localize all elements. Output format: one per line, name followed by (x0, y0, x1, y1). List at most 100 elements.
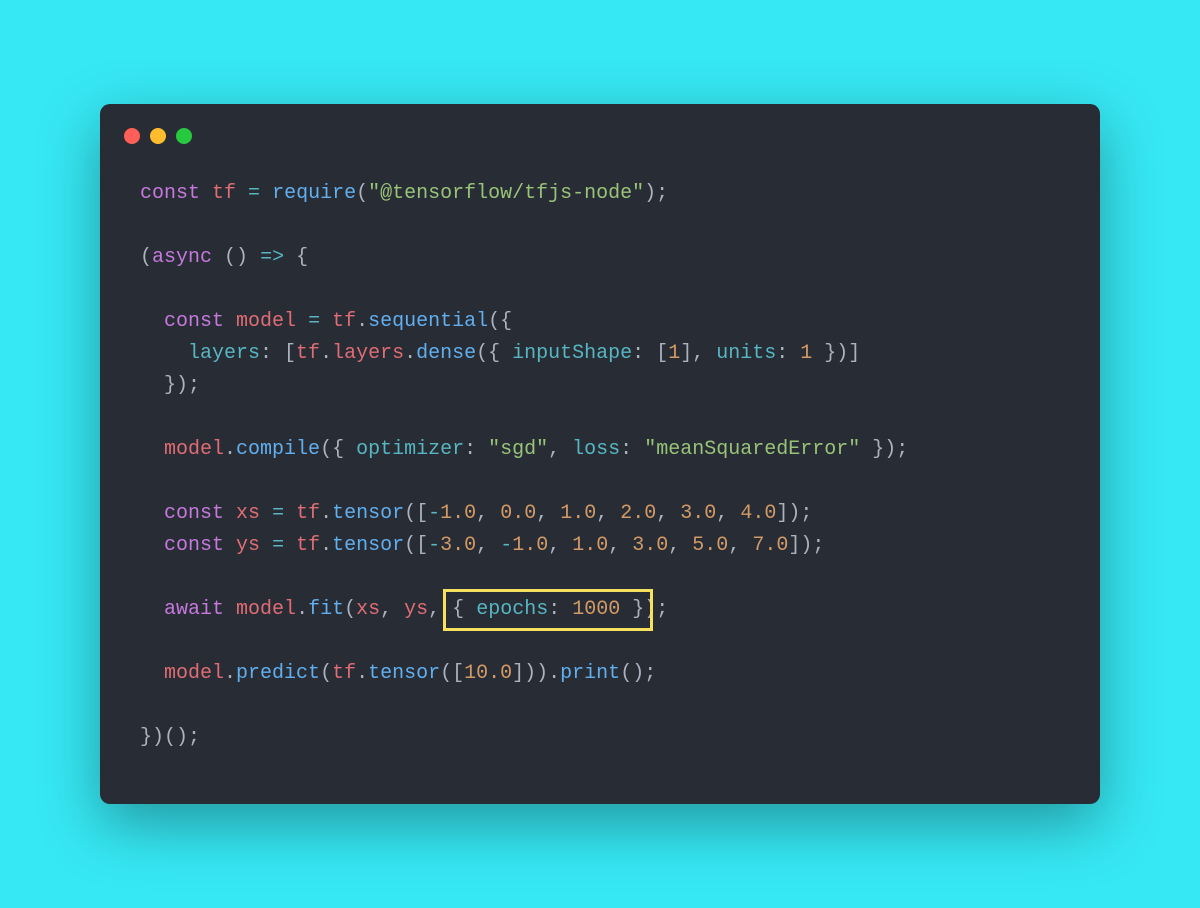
number: 5.0 (692, 534, 728, 557)
prop-inputShape: inputShape (512, 342, 632, 365)
fn-require: require (272, 182, 356, 205)
punct: . (320, 534, 332, 557)
punct: : (620, 438, 644, 461)
operator-assign: = (296, 310, 332, 333)
identifier-tf: tf (332, 662, 356, 685)
operator-neg: - (428, 534, 440, 557)
number: 0.0 (500, 502, 536, 525)
number: 3.0 (440, 534, 476, 557)
fn-sequential: sequential (368, 310, 488, 333)
window-titlebar (100, 128, 1100, 154)
keyword-const: const (140, 182, 200, 205)
punct: . (356, 310, 368, 333)
code-block: const tf = require("@tensorflow/tfjs-nod… (100, 154, 1100, 754)
punct: ]); (776, 502, 812, 525)
prop-layers-ns: layers (332, 342, 404, 365)
punct: ([ (404, 534, 428, 557)
punct: . (404, 342, 416, 365)
punct: () (224, 246, 248, 269)
punct: ( (140, 246, 152, 269)
identifier-model: model (236, 598, 296, 621)
punct: ([ (404, 502, 428, 525)
punct: , (476, 502, 500, 525)
punct: ( (356, 182, 368, 205)
punct: , (608, 534, 632, 557)
punct: } (620, 598, 644, 621)
string-mse: "meanSquaredError" (644, 438, 860, 461)
identifier-model: model (164, 662, 224, 685)
fn-tensor: tensor (368, 662, 440, 685)
punct: ({ (488, 310, 512, 333)
number: 3.0 (680, 502, 716, 525)
fn-predict: predict (236, 662, 320, 685)
keyword-await: await (164, 598, 224, 621)
punct: : (464, 438, 488, 461)
zoom-icon[interactable] (176, 128, 192, 144)
punct: , (476, 534, 500, 557)
punct: ([ (440, 662, 464, 685)
number: 2.0 (620, 502, 656, 525)
identifier-model: model (164, 438, 224, 461)
keyword-const: const (164, 534, 224, 557)
identifier-tf: tf (332, 310, 356, 333)
close-icon[interactable] (124, 128, 140, 144)
number: 1.0 (572, 534, 608, 557)
identifier-tf: tf (296, 502, 320, 525)
identifier-ys: ys (404, 598, 428, 621)
punct: . (224, 438, 236, 461)
punct: : (548, 598, 572, 621)
prop-units: units (716, 342, 776, 365)
punct: . (320, 502, 332, 525)
punct: }); (860, 438, 908, 461)
code-window: const tf = require("@tensorflow/tfjs-nod… (100, 104, 1100, 804)
punct: , (536, 502, 560, 525)
punct: }); (164, 374, 200, 397)
string-sgd: "sgd" (488, 438, 548, 461)
punct: ({ (320, 438, 356, 461)
number: 1.0 (440, 502, 476, 525)
punct: , (596, 502, 620, 525)
punct: : (776, 342, 800, 365)
punct: . (296, 598, 308, 621)
punct: , (716, 502, 740, 525)
minimize-icon[interactable] (150, 128, 166, 144)
identifier-xs: xs (236, 502, 260, 525)
punct: , (668, 534, 692, 557)
fn-tensor: tensor (332, 502, 404, 525)
operator-assign: = (260, 534, 296, 557)
prop-loss: loss (572, 438, 620, 461)
punct: })] (812, 342, 860, 365)
punct: , (656, 502, 680, 525)
number: 4.0 (740, 502, 776, 525)
identifier-model: model (236, 310, 296, 333)
punct: ]); (788, 534, 824, 557)
prop-layers: layers (188, 342, 260, 365)
string-package: "@tensorflow/tfjs-node" (368, 182, 644, 205)
number: 1.0 (560, 502, 596, 525)
number-epochs: 1000 (572, 598, 620, 621)
identifier-tf: tf (212, 182, 236, 205)
fn-print: print (560, 662, 620, 685)
punct: . (356, 662, 368, 685)
number: 1.0 (512, 534, 548, 557)
operator-assign: = (236, 182, 272, 205)
number: 1 (668, 342, 680, 365)
number: 10.0 (464, 662, 512, 685)
punct: ])). (512, 662, 560, 685)
prop-epochs: epochs (476, 598, 548, 621)
operator-assign: = (260, 502, 296, 525)
punct: ], (680, 342, 716, 365)
keyword-const: const (164, 310, 224, 333)
punct: , (548, 438, 572, 461)
punct: . (320, 342, 332, 365)
punct: })(); (140, 726, 200, 749)
fn-compile: compile (236, 438, 320, 461)
identifier-tf: tf (296, 534, 320, 557)
punct: , (380, 598, 404, 621)
punct: , (548, 534, 572, 557)
highlight-box: { epochs: 1000 } (443, 589, 653, 631)
punct: ( (320, 662, 332, 685)
punct: (); (620, 662, 656, 685)
fn-fit: fit (308, 598, 344, 621)
punct: { (452, 598, 476, 621)
